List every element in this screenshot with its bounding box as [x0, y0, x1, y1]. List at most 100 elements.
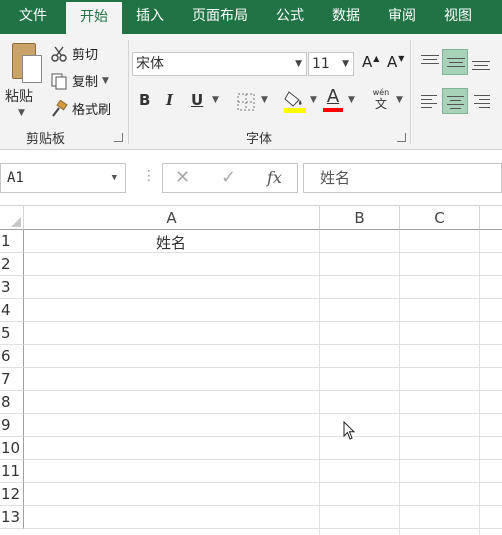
gridline: [24, 413, 502, 414]
copy-icon: [51, 73, 67, 89]
row-header-9[interactable]: 9: [0, 414, 24, 437]
bold-button[interactable]: B: [139, 91, 150, 109]
font-color-icon: A: [326, 86, 340, 107]
gridline: [24, 321, 502, 322]
row-header-3[interactable]: 3: [0, 276, 24, 299]
row-header-8[interactable]: 8: [0, 391, 24, 414]
row-header-4[interactable]: 4: [0, 299, 24, 322]
tab-page-layout[interactable]: 页面布局: [178, 0, 262, 34]
clipboard-group-label: 剪贴板: [26, 132, 66, 147]
chevron-down-icon[interactable]: ▼: [396, 95, 403, 105]
fill-color-icon[interactable]: [283, 88, 307, 114]
row-header-10[interactable]: 10: [0, 437, 24, 460]
chevron-down-icon[interactable]: ▼: [261, 95, 268, 105]
grow-font-button[interactable]: A ▲: [362, 53, 379, 71]
gridline: [24, 482, 502, 483]
font-name-value: 宋体: [136, 56, 164, 72]
scissors-icon: [51, 46, 67, 62]
format-painter-button[interactable]: 格式刷: [50, 99, 111, 118]
align-left-icon[interactable]: [417, 88, 443, 114]
shrink-font-button[interactable]: A ▼: [387, 53, 404, 71]
paste-label: 粘贴: [5, 89, 33, 105]
gridline: [24, 252, 502, 253]
tab-view[interactable]: 视图: [430, 0, 486, 34]
chevron-down-icon[interactable]: ▼: [112, 164, 117, 192]
align-bottom-icon[interactable]: [468, 49, 494, 75]
font-name-combo[interactable]: 宋体 ▼: [132, 52, 307, 76]
clipboard-dialog-launcher-icon[interactable]: [114, 133, 123, 142]
tab-home[interactable]: 开始: [66, 0, 122, 34]
font-dialog-launcher-icon[interactable]: [397, 133, 406, 142]
italic-button[interactable]: I: [166, 91, 173, 109]
gridline: [24, 298, 502, 299]
phonetic-bottom: 文: [374, 97, 387, 111]
align-right-icon[interactable]: [468, 88, 494, 114]
grow-font-icon: A: [362, 53, 373, 71]
tab-data[interactable]: 数据: [318, 0, 374, 34]
formula-buttons: ✕ ✓ fx: [162, 163, 298, 193]
column-header-b[interactable]: B: [320, 206, 400, 230]
row-header-1[interactable]: 1: [0, 230, 24, 253]
font-size-combo[interactable]: 11 ▼: [308, 52, 354, 76]
phonetic-top: wén: [372, 88, 390, 97]
gridline: [24, 436, 502, 437]
chevron-down-icon[interactable]: ▼: [348, 95, 355, 105]
row-header-7[interactable]: 7: [0, 368, 24, 391]
cell-a1[interactable]: 姓名: [156, 232, 186, 253]
column-header-c[interactable]: C: [400, 206, 480, 230]
chevron-down-icon[interactable]: ▼: [342, 53, 349, 75]
align-center-icon[interactable]: [442, 88, 468, 114]
font-group-label: 字体: [246, 132, 273, 147]
name-box-value: A1: [7, 170, 24, 186]
enter-icon[interactable]: ✓: [221, 167, 236, 188]
copy-label: 复制: [72, 75, 99, 90]
align-top-icon[interactable]: [417, 49, 443, 75]
paste-icon: [6, 43, 42, 87]
chevron-down-icon[interactable]: ▼: [310, 95, 317, 105]
row-header-2[interactable]: 2: [0, 253, 24, 276]
row-header-11[interactable]: 11: [0, 460, 24, 483]
row-header-5[interactable]: 5: [0, 322, 24, 345]
underline-button[interactable]: U: [191, 91, 203, 109]
gridline: [24, 459, 502, 460]
cancel-icon[interactable]: ✕: [175, 167, 190, 188]
gridline: [24, 528, 502, 529]
mouse-pointer-icon: [343, 421, 356, 440]
align-middle-icon[interactable]: [442, 49, 468, 75]
formula-bar: A1 ▼ ⋮ ✕ ✓ fx 姓名: [0, 150, 502, 206]
gridline: [24, 344, 502, 345]
insert-function-icon[interactable]: fx: [267, 168, 282, 187]
gridline: [24, 367, 502, 368]
gridline: [24, 390, 502, 391]
tab-review[interactable]: 审阅: [374, 0, 430, 34]
gridline: [24, 275, 502, 276]
select-all-button[interactable]: [0, 206, 24, 230]
font-size-value: 11: [312, 56, 330, 72]
copy-button[interactable]: 复制 ▼: [50, 71, 109, 90]
chevron-down-icon[interactable]: ▼: [212, 95, 219, 105]
formula-input[interactable]: 姓名: [303, 163, 502, 193]
tab-insert[interactable]: 插入: [122, 0, 178, 34]
column-header-a[interactable]: A: [24, 206, 320, 230]
drag-handle-icon[interactable]: ⋮: [142, 168, 156, 184]
gridline: [24, 505, 502, 506]
chevron-down-icon[interactable]: ▼: [102, 76, 109, 86]
font-color-button[interactable]: A: [322, 86, 344, 114]
worksheet-grid[interactable]: A B C 1 2 3 4 5 6 7 8 9 10 11 12 13 姓名: [0, 206, 502, 535]
tab-formulas[interactable]: 公式: [262, 0, 318, 34]
chevron-down-icon[interactable]: ▼: [295, 53, 302, 75]
tab-file[interactable]: 文件: [0, 0, 66, 34]
paste-button[interactable]: 粘贴 ▼: [0, 34, 46, 124]
row-header-13[interactable]: 13: [0, 506, 24, 529]
cut-button[interactable]: 剪切: [50, 44, 98, 63]
ribbon-tabbar: 文件 开始 插入 页面布局 公式 数据 审阅 视图: [0, 0, 502, 34]
format-painter-label: 格式刷: [72, 103, 112, 118]
row-header-6[interactable]: 6: [0, 345, 24, 368]
borders-icon[interactable]: [236, 92, 256, 112]
phonetic-guide-button[interactable]: wén 文: [370, 88, 392, 114]
paintbrush-icon: [52, 99, 68, 117]
shrink-font-icon: A: [387, 53, 398, 71]
column-header-d[interactable]: [480, 206, 502, 230]
name-box[interactable]: A1 ▼: [0, 163, 126, 193]
row-header-12[interactable]: 12: [0, 483, 24, 506]
